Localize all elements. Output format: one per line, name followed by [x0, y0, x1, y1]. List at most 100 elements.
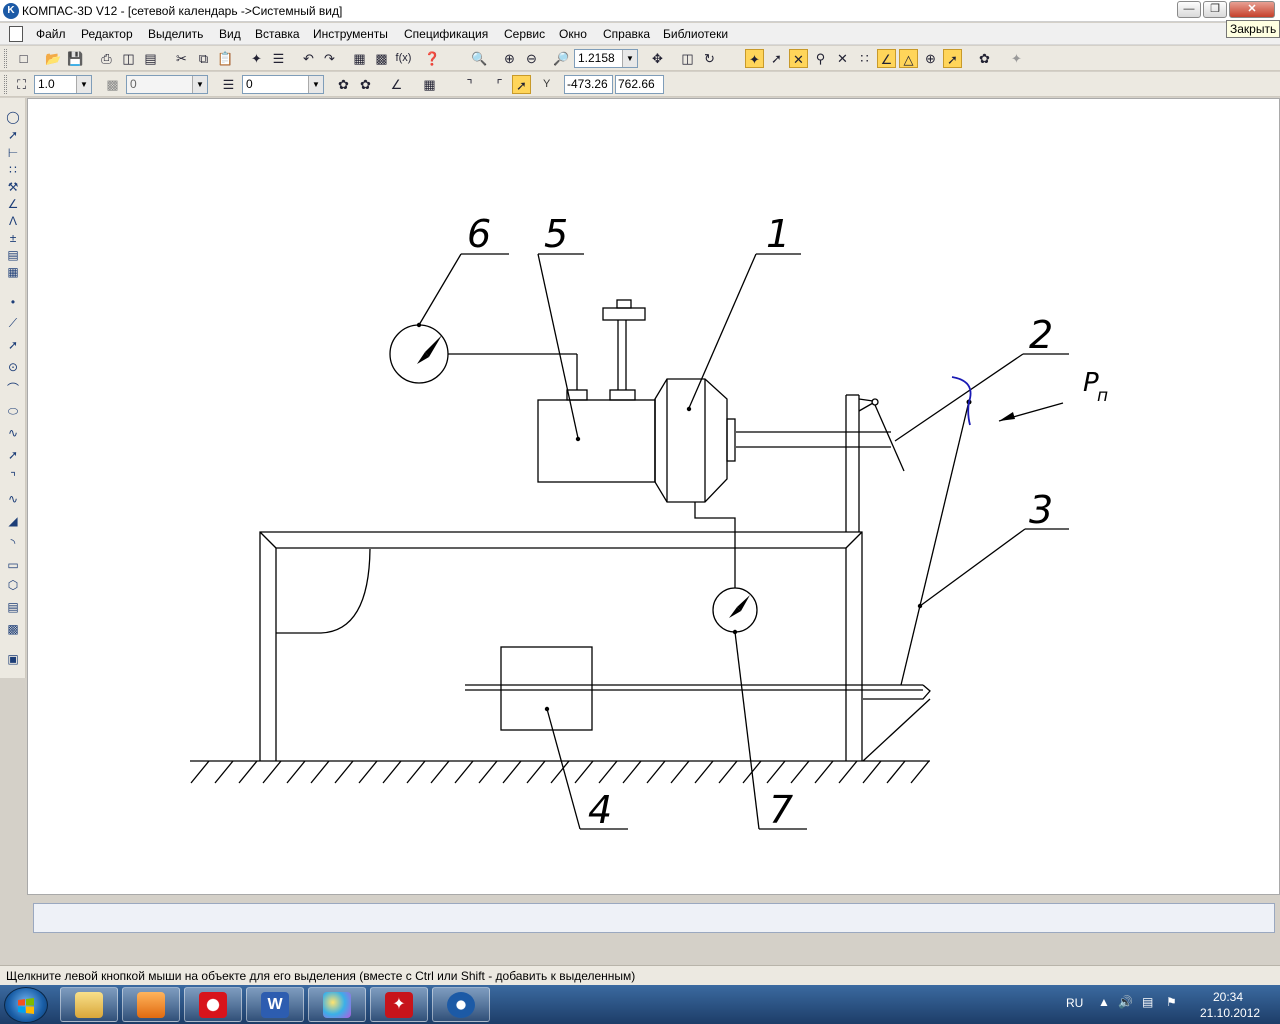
print-preview-icon[interactable]: ◫ [119, 49, 138, 68]
orthogonal-icon[interactable]: ∠ [387, 75, 406, 94]
chevron-down-icon[interactable]: ▼ [192, 76, 207, 93]
paste-icon[interactable]: 📋 [216, 49, 235, 68]
help-pointer-icon[interactable]: ❓ [423, 49, 442, 68]
parametrization-icon[interactable]: ⚒ [4, 178, 22, 196]
clock-date[interactable]: 21.10.2012 [1200, 1006, 1260, 1020]
open-file-icon[interactable]: 📂 [44, 49, 63, 68]
action-center-icon[interactable]: ⚑ [1166, 995, 1177, 1009]
chevron-down-icon[interactable]: ▼ [622, 50, 637, 67]
menu-specification[interactable]: Спецификация [404, 27, 488, 41]
snap-midpoint-icon[interactable]: ➚ [767, 49, 786, 68]
drawing-canvas[interactable]: 1 2 3 4 5 6 7 P п [27, 98, 1280, 895]
designations-icon[interactable]: ⊢ [4, 144, 22, 162]
aux-line-icon[interactable]: ➚ [4, 336, 22, 354]
nurbs-icon[interactable]: ∿ [4, 490, 22, 508]
explorer-task[interactable] [60, 987, 118, 1022]
minimize-button[interactable]: — [1177, 1, 1201, 18]
variables-icon[interactable]: f(x) [394, 49, 413, 68]
menu-service[interactable]: Сервис [504, 27, 545, 41]
menu-file[interactable]: Файл [36, 27, 66, 41]
format-painter-icon[interactable]: ✦ [247, 49, 266, 68]
select-icon[interactable]: Λ [4, 212, 22, 230]
toolbar-grip[interactable] [4, 49, 7, 68]
zoom-out-icon[interactable]: ⊖ [522, 49, 541, 68]
fill-icon[interactable]: ▩ [4, 620, 22, 638]
coordinate-system-icon[interactable]: ⌝ [460, 75, 479, 94]
menu-window[interactable]: Окно [559, 27, 587, 41]
snap-tangent-icon[interactable]: ⚲ [811, 49, 830, 68]
word-task[interactable]: W [246, 987, 304, 1022]
menu-editor[interactable]: Редактор [81, 27, 133, 41]
undo-icon[interactable]: ↶ [299, 49, 318, 68]
drawing[interactable]: 1 2 3 4 5 6 7 P п [28, 99, 1280, 896]
copy-icon[interactable]: ⧉ [194, 49, 213, 68]
pan-icon[interactable]: ✥ [648, 49, 667, 68]
coord-y-field[interactable]: 762.66 [615, 75, 664, 94]
snap-point-on-curve-icon[interactable]: △ [899, 49, 918, 68]
edit-icon[interactable]: ∷ [4, 161, 22, 179]
table-icon[interactable]: ▦ [4, 263, 22, 281]
manager-icon[interactable]: ▦ [350, 49, 369, 68]
magnet-icon[interactable]: ✿ [975, 49, 994, 68]
ortho-mode-icon[interactable]: ⌜ [490, 75, 509, 94]
hatch-icon[interactable]: ▤ [4, 598, 22, 616]
zoom-window-icon[interactable]: 🔍 [470, 49, 489, 68]
menu-view[interactable]: Вид [219, 27, 241, 41]
circle-icon[interactable]: ⊙ [4, 358, 22, 376]
show-hidden-icons[interactable]: ▲ [1098, 995, 1110, 1009]
fillet-icon[interactable]: ◝ [4, 534, 22, 552]
rectangle-icon[interactable]: ▭ [4, 556, 22, 574]
menu-insert[interactable]: Вставка [255, 27, 300, 41]
arc-icon[interactable]: ⌒ [4, 380, 22, 398]
geometry-icon[interactable]: ◯ [4, 108, 22, 126]
scale-icon[interactable]: ⛶ [12, 75, 31, 94]
magnet-snap-icon[interactable]: ✿ [334, 75, 353, 94]
layer-combo[interactable]: 0 ▼ [242, 75, 324, 94]
chamfer-icon[interactable]: ◢ [4, 512, 22, 530]
point-icon[interactable]: • [4, 293, 22, 311]
snap-normal-icon[interactable]: ✕ [833, 49, 852, 68]
kompas-logo-icon[interactable]: K [3, 3, 19, 19]
segment-icon[interactable]: ⟋ [4, 314, 22, 332]
bezier-icon[interactable]: ➚ [4, 446, 22, 464]
snap-align-icon[interactable]: ➚ [943, 49, 962, 68]
zoom-in-icon[interactable]: ⊕ [500, 49, 519, 68]
measure-icon[interactable]: ∠ [4, 195, 22, 213]
contour-icon[interactable]: ▣ [4, 650, 22, 668]
magnet-local-icon[interactable]: ✿ [356, 75, 375, 94]
snap-center-icon[interactable]: ⊕ [921, 49, 940, 68]
spec-icon[interactable]: ± [4, 229, 22, 247]
menu-help[interactable]: Справка [603, 27, 650, 41]
cut-icon[interactable]: ✂ [172, 49, 191, 68]
coord-x-field[interactable]: -473.26 [564, 75, 613, 94]
save-icon[interactable]: 💾 [66, 49, 85, 68]
report-icon[interactable]: ▤ [4, 246, 22, 264]
kompas-task[interactable] [432, 987, 490, 1022]
zoom-combo[interactable]: 1.2158 ▼ [574, 49, 638, 68]
clock-time[interactable]: 20:34 [1213, 990, 1243, 1004]
volume-icon[interactable]: 🔊 [1118, 995, 1133, 1009]
property-panel-field[interactable] [33, 903, 1275, 933]
start-button[interactable] [4, 987, 48, 1023]
state-icon[interactable]: ▩ [103, 75, 122, 94]
local-snap-icon[interactable]: ✦ [1007, 49, 1026, 68]
opera-task[interactable] [184, 987, 242, 1022]
refresh-icon[interactable]: ↻ [700, 49, 719, 68]
layers-icon[interactable]: ☰ [219, 75, 238, 94]
maximize-button[interactable]: ❐ [1203, 1, 1227, 18]
properties-icon[interactable]: ☰ [269, 49, 288, 68]
preview-icon[interactable]: ▤ [141, 49, 160, 68]
toolbar-grip[interactable] [4, 75, 7, 94]
menu-select[interactable]: Выделить [148, 27, 203, 41]
new-file-icon[interactable]: □ [14, 49, 33, 68]
polygon-icon[interactable]: ⬡ [4, 576, 22, 594]
snap-grid-icon[interactable]: ∷ [855, 49, 874, 68]
regenerate-icon[interactable]: ◫ [678, 49, 697, 68]
chevron-down-icon[interactable]: ▼ [76, 76, 91, 93]
chevron-down-icon[interactable]: ▼ [308, 76, 323, 93]
libraries-manager-icon[interactable]: ▩ [372, 49, 391, 68]
document-icon[interactable] [9, 26, 23, 42]
ellipse-icon[interactable]: ⬭ [4, 402, 22, 420]
media-player-task[interactable] [122, 987, 180, 1022]
polyline-icon[interactable]: ⌝ [4, 468, 22, 486]
